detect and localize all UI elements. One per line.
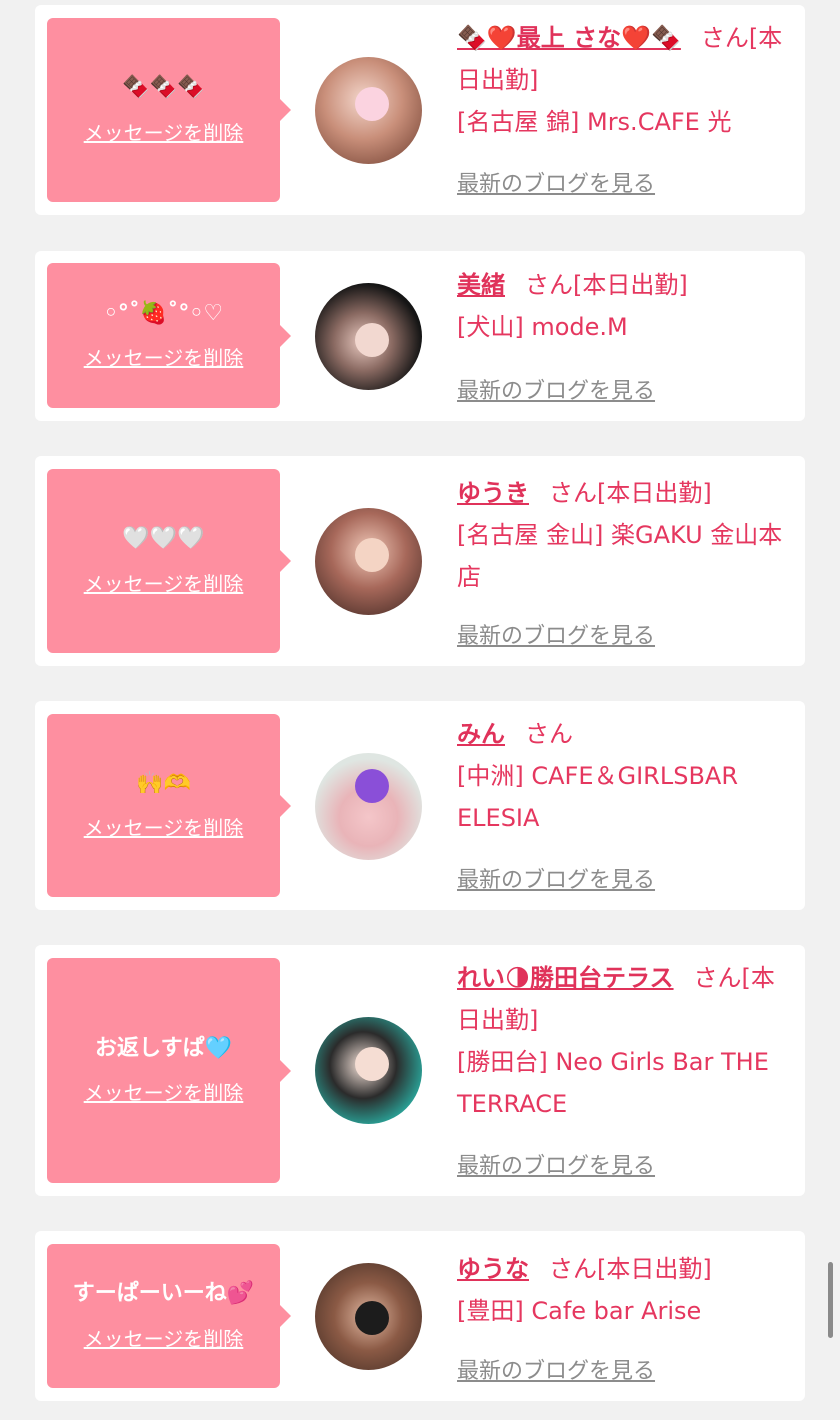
- avatar[interactable]: [315, 57, 422, 164]
- shop-label: [豊田] Cafe bar Arise: [457, 1297, 702, 1325]
- cast-info: ゆうき さん[本日出勤] [名古屋 金山] 楽GAKU 金山本店: [457, 472, 792, 598]
- face-icon: [355, 1047, 389, 1081]
- latest-blog-link[interactable]: 最新のブログを見る: [457, 373, 655, 405]
- latest-blog-link[interactable]: 最新のブログを見る: [457, 862, 655, 894]
- latest-blog-link[interactable]: 最新のブログを見る: [457, 1353, 655, 1385]
- delete-message-link[interactable]: メッセージを削除: [84, 812, 244, 841]
- avatar[interactable]: [315, 283, 422, 390]
- message-bubble: 🍫🍫🍫 メッセージを削除: [47, 18, 291, 202]
- cast-info: みん さん [中洲] CAFE＆GIRLSBAR ELESIA: [457, 713, 792, 839]
- san-label: さん: [693, 964, 742, 992]
- message-bubble: お返しすぱ🩵 メッセージを削除: [47, 958, 291, 1183]
- heart-sticker-icon: [355, 1301, 389, 1335]
- message-text: すーぱーいーね💕: [72, 1281, 255, 1307]
- delete-message-link[interactable]: メッセージを削除: [84, 568, 244, 597]
- san-label: さん: [549, 479, 597, 507]
- cast-name-link[interactable]: みん: [457, 720, 505, 748]
- san-label: さん: [700, 24, 749, 52]
- delete-message-link[interactable]: メッセージを削除: [84, 1323, 244, 1352]
- face-icon: [355, 323, 389, 357]
- face-icon: [355, 538, 389, 572]
- san-label: さん: [525, 720, 573, 748]
- avatar[interactable]: [315, 753, 422, 860]
- latest-blog-link[interactable]: 最新のブログを見る: [457, 166, 655, 198]
- message-card: 🍫🍫🍫 メッセージを削除 🍫❤️最上 さな❤️🍫 さん[本日出勤] [名古屋 錦]…: [35, 5, 805, 215]
- avatar[interactable]: [315, 1263, 422, 1370]
- message-bubble: 🙌🫶 メッセージを削除: [47, 714, 291, 897]
- latest-blog-link[interactable]: 最新のブログを見る: [457, 618, 655, 650]
- cast-info: れい🌗勝田台テラス さん[本日出勤] [勝田台] Neo Girls Bar TH…: [457, 957, 792, 1125]
- message-text: ◦°˚🍓˚°◦♡: [103, 300, 224, 326]
- cast-name-link[interactable]: れい🌗勝田台テラス: [457, 964, 674, 992]
- message-text: 🙌🫶: [136, 770, 191, 796]
- message-card: 🤍🤍🤍 メッセージを削除 ゆうき さん[本日出勤] [名古屋 金山] 楽GAKU …: [35, 456, 805, 666]
- shop-label: [中洲] CAFE＆GIRLSBAR ELESIA: [457, 762, 739, 832]
- shop-label: [名古屋 錦] Mrs.CAFE 光: [457, 108, 732, 136]
- san-label: さん: [549, 1255, 597, 1283]
- shop-label: [名古屋 金山] 楽GAKU 金山本店: [457, 521, 783, 591]
- message-text: 🤍🤍🤍: [122, 526, 205, 552]
- delete-message-link[interactable]: メッセージを削除: [84, 117, 244, 146]
- message-bubble: すーぱーいーね💕 メッセージを削除: [47, 1244, 291, 1388]
- san-label: さん: [525, 271, 573, 299]
- latest-blog-link[interactable]: 最新のブログを見る: [457, 1148, 655, 1180]
- heart-sticker-icon: [355, 87, 389, 121]
- status-label: [本日出勤]: [597, 479, 712, 507]
- cast-info: 美緒 さん[本日出勤] [犬山] mode.M: [457, 264, 792, 348]
- delete-message-link[interactable]: メッセージを削除: [84, 1077, 244, 1106]
- shop-label: [犬山] mode.M: [457, 313, 628, 341]
- avatar[interactable]: [315, 508, 422, 615]
- cast-name-link[interactable]: 美緒: [457, 271, 505, 299]
- message-card: すーぱーいーね💕 メッセージを削除 ゆうな さん[本日出勤] [豊田] Cafe …: [35, 1231, 805, 1401]
- message-bubble: 🤍🤍🤍 メッセージを削除: [47, 469, 291, 653]
- status-label: [本日出勤]: [597, 1255, 712, 1283]
- message-text: 🍫🍫🍫: [122, 75, 205, 101]
- status-label: [本日出勤]: [573, 271, 688, 299]
- cast-name-link[interactable]: 🍫❤️最上 さな❤️🍫: [457, 24, 681, 52]
- cast-info: 🍫❤️最上 さな❤️🍫 さん[本日出勤] [名古屋 錦] Mrs.CAFE 光: [457, 17, 792, 143]
- message-bubble: ◦°˚🍓˚°◦♡ メッセージを削除: [47, 263, 291, 408]
- avatar[interactable]: [315, 1017, 422, 1124]
- message-text: お返しすぱ🩵: [95, 1035, 232, 1061]
- message-card: 🙌🫶 メッセージを削除 みん さん [中洲] CAFE＆GIRLSBAR ELES…: [35, 701, 805, 910]
- cast-name-link[interactable]: ゆうな: [457, 1255, 529, 1283]
- shop-label: [勝田台] Neo Girls Bar THE TERRACE: [457, 1048, 769, 1118]
- cast-info: ゆうな さん[本日出勤] [豊田] Cafe bar Arise: [457, 1248, 792, 1332]
- cast-name-link[interactable]: ゆうき: [457, 479, 529, 507]
- scrollbar[interactable]: [828, 1262, 833, 1338]
- delete-message-link[interactable]: メッセージを削除: [84, 342, 244, 371]
- message-card: お返しすぱ🩵 メッセージを削除 れい🌗勝田台テラス さん[本日出勤] [勝田台] …: [35, 945, 805, 1196]
- heart-sticker-icon: [355, 769, 389, 803]
- message-card: ◦°˚🍓˚°◦♡ メッセージを削除 美緒 さん[本日出勤] [犬山] mode.M…: [35, 251, 805, 421]
